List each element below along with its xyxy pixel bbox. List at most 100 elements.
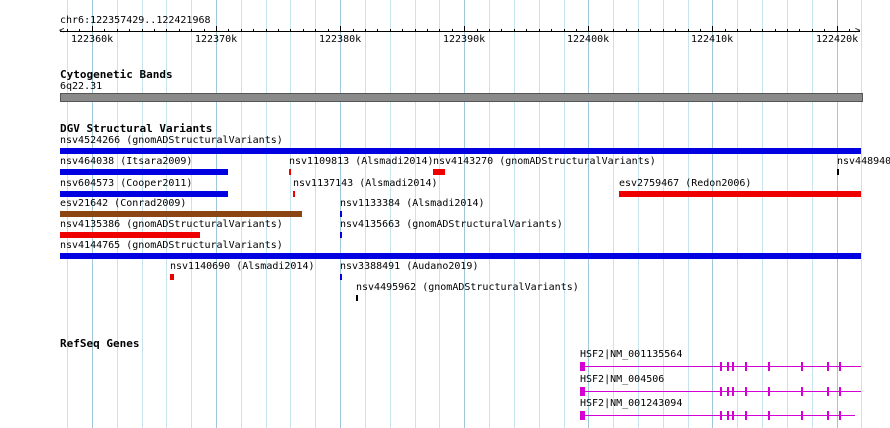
refseq-exon[interactable] [580,387,585,396]
ruler-minor-tick [266,29,267,32]
dgv-feature-bar[interactable] [60,191,228,197]
ruler-minor-tick [762,29,763,32]
dgv-feature-bar[interactable] [433,169,445,175]
grid-line [365,0,366,428]
ruler-minor-tick [415,29,416,32]
ruler-major-tick [712,26,713,32]
grid-line [464,0,465,428]
refseq-exon[interactable] [839,362,841,371]
grid-line [390,0,391,428]
dgv-feature-bar[interactable] [60,253,861,259]
ruler-minor-tick [117,29,118,32]
refseq-exon[interactable] [580,411,585,420]
refseq-exon[interactable] [839,387,841,396]
refseq-exon[interactable] [768,411,770,420]
dgv-feature-bar[interactable] [60,232,200,238]
refseq-exon[interactable] [801,362,803,371]
location-label: chr6:122357429..122421968 [60,15,211,26]
dgv-feature-label: nsv1137143 (Alsmadi2014) [293,178,438,189]
dgv-feature-label: nsv4489407 (gno [837,156,890,167]
ruler-minor-tick [154,29,155,32]
grid-line [787,0,788,428]
grid-line [638,0,639,428]
dgv-feature-label: nsv1140690 (Alsmadi2014) [170,261,315,272]
dgv-feature-bar[interactable] [619,191,861,197]
ruler-minor-tick [663,29,664,32]
dgv-feature-bar[interactable] [60,169,228,175]
dgv-feature-label: nsv4495962 (gnomADStructuralVariants) [356,282,579,293]
ruler-minor-tick [390,29,391,32]
ruler-tick-label: 122410k [691,34,734,45]
refseq-exon[interactable] [732,362,734,371]
refseq-exon[interactable] [827,362,829,371]
ruler-left-arrow-icon: < [59,26,65,36]
ruler-minor-tick [179,29,180,32]
refseq-exon[interactable] [732,387,734,396]
dgv-feature-bar[interactable] [289,169,291,175]
dgv-feature-label: nsv4524266 (gnomADStructuralVariants) [60,135,283,146]
dgv-feature-bar[interactable] [60,148,861,154]
dgv-feature-label: nsv3388491 (Audano2019) [340,261,479,272]
refseq-exon[interactable] [720,387,722,396]
ruler-minor-tick [737,29,738,32]
refseq-exon[interactable] [720,362,722,371]
refseq-exon[interactable] [727,387,729,396]
grid-line [712,0,713,428]
ruler-major-tick [837,26,838,32]
dgv-feature-bar[interactable] [170,274,174,280]
ruler-tick-label: 122360k [71,34,114,45]
refseq-exon[interactable] [768,362,770,371]
cytoband-6q22-31[interactable] [60,93,863,102]
refseq-exon[interactable] [732,411,734,420]
dgv-feature-label: nsv4144765 (gnomADStructuralVariants) [60,240,283,251]
refseq-transcript-label: HSF2|NM_001135564 [580,349,683,360]
ruler-minor-tick [67,29,68,32]
ruler-major-tick [464,26,465,32]
refseq-exon[interactable] [727,411,729,420]
genome-browser-view[interactable]: chr6:122357429..122421968 122360k 122370k… [0,0,890,428]
dgv-feature-bar[interactable] [837,169,839,175]
dgv-feature-bar[interactable] [356,295,358,301]
refseq-exon[interactable] [720,411,722,420]
refseq-exon[interactable] [745,411,747,420]
refseq-exon[interactable] [727,362,729,371]
refseq-exon[interactable] [839,411,841,420]
ruler-right-arrow-icon: > [855,26,861,36]
ruler-minor-tick [526,29,527,32]
ruler-minor-tick [315,29,316,32]
ruler-major-tick [340,26,341,32]
dgv-feature-bar[interactable] [293,191,295,197]
dgv-feature-bar[interactable] [340,274,342,280]
ruler-tick-label: 122400k [567,34,610,45]
refseq-exon[interactable] [827,411,829,420]
ruler-minor-tick [104,29,105,32]
ruler-minor-tick [241,29,242,32]
ruler-minor-tick [377,29,378,32]
grid-line [564,0,565,428]
refseq-exon[interactable] [745,362,747,371]
dgv-feature-label: esv21642 (Conrad2009) [60,198,187,209]
refseq-exon[interactable] [745,387,747,396]
ruler-tick-label: 122370k [195,34,238,45]
ruler-minor-tick [452,29,453,32]
grid-line [588,0,589,428]
ruler-minor-tick [278,29,279,32]
dgv-feature-bar[interactable] [340,211,342,217]
refseq-intron-line[interactable] [580,415,855,416]
dgv-feature-bar[interactable] [60,211,302,217]
refseq-exon[interactable] [768,387,770,396]
ruler-minor-tick [539,29,540,32]
refseq-exon[interactable] [801,387,803,396]
ruler-minor-tick [601,29,602,32]
refseq-exon[interactable] [580,362,585,371]
ruler-axis[interactable] [60,31,860,32]
ruler-minor-tick [253,29,254,32]
ruler-minor-tick [849,29,850,32]
refseq-exon[interactable] [801,411,803,420]
ruler-tick-label: 122380k [319,34,362,45]
refseq-exon[interactable] [827,387,829,396]
dgv-feature-bar[interactable] [340,232,342,238]
track-title-cytogenetic-bands: Cytogenetic Bands [60,68,173,81]
ruler-minor-tick [787,29,788,32]
ruler-minor-tick [228,29,229,32]
